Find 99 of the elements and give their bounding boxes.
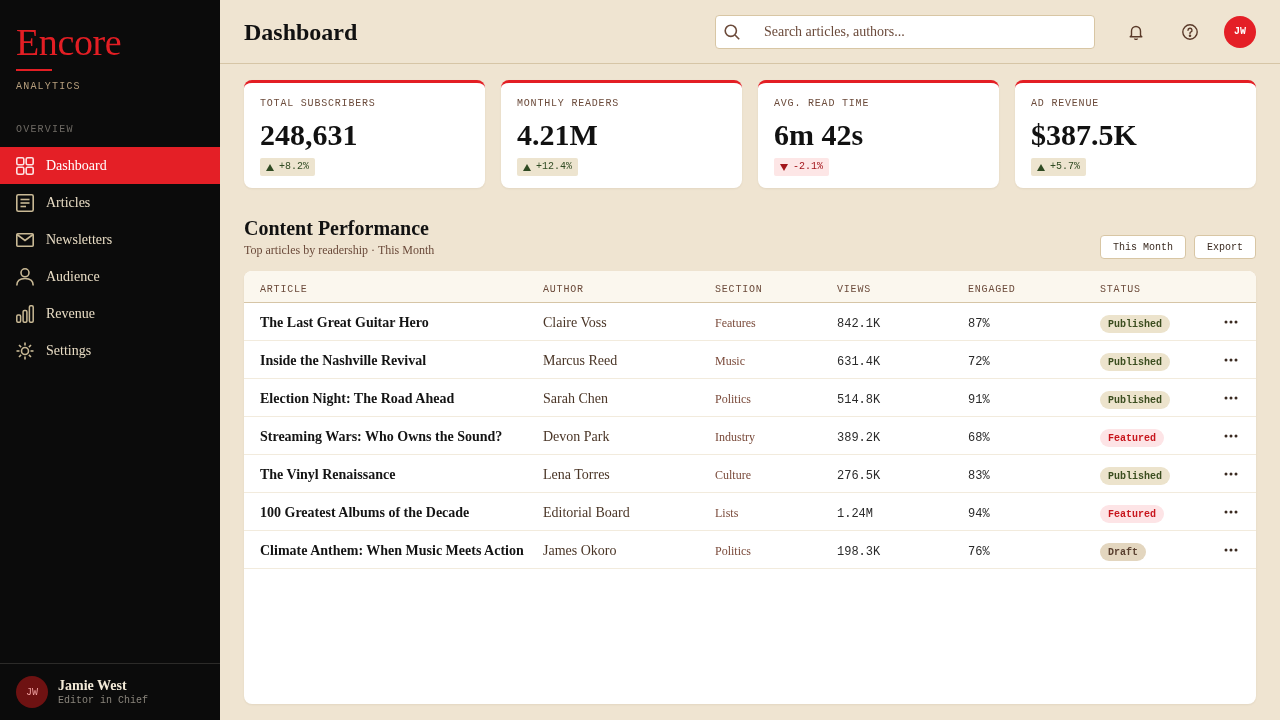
search-field[interactable]: Search articles, authors... [715,14,1095,49]
column-header: ENGAGED [968,283,1016,295]
status-tag: Published [1100,391,1170,409]
user-role: Editor in Chief [58,694,148,707]
table-cell: Climate Anthem: When Music Meets Action [260,542,524,558]
document-icon [16,193,34,212]
table-cell: 276.5K [837,468,881,483]
status-tag: Featured [1100,505,1164,523]
more-icon[interactable] [1224,471,1238,476]
table-cell: Politics [715,543,751,558]
stat-label: TOTAL SUBSCRIBERS [260,97,376,111]
toolbar-button[interactable]: Export [1194,235,1256,259]
app-logo: Encore [16,20,122,64]
nav-item[interactable]: Audience [0,258,220,295]
app-tagline: ANALYTICS [16,80,81,94]
more-icon[interactable] [1224,395,1238,400]
table-cell: Industry [715,429,755,444]
table-cell: The Last Great Guitar Hero [260,314,429,330]
more-icon[interactable] [1224,319,1238,324]
grid-icon [16,156,34,175]
column-header: AUTHOR [543,283,584,295]
stat-label: AD REVENUE [1031,97,1099,111]
table-cell: Claire Voss [543,314,607,330]
more-icon[interactable] [1224,357,1238,362]
person-icon [16,267,34,286]
table-cell: Culture [715,467,751,482]
table-cell: 94% [968,506,990,521]
user-avatar[interactable]: JW [16,676,48,708]
table-cell: 631.4K [837,354,881,369]
stat-value: 6m 42s [774,117,864,153]
nav-item[interactable]: Articles [0,184,220,221]
envelope-icon [16,232,34,247]
column-header: ARTICLE [260,283,308,295]
stat-value: $387.5K [1031,117,1137,153]
table-cell: 87% [968,316,990,331]
user-avatar[interactable]: JW [1224,15,1256,48]
nav-item[interactable]: Settings [0,332,220,369]
change-text: +12.4% [536,160,572,174]
table-cell: Devon Park [543,428,610,444]
help-icon[interactable] [1182,23,1198,40]
status-tag: Published [1100,315,1170,333]
column-header: SECTION [715,283,763,295]
down-triangle-icon [780,163,788,171]
user-name: Jamie West [58,677,128,694]
nav-item[interactable]: Revenue [0,295,220,332]
table-cell: Sarah Chen [543,390,608,406]
status-tag: Published [1100,467,1170,485]
more-icon[interactable] [1224,509,1238,514]
table-cell: 100 Greatest Albums of the Decade [260,504,470,520]
table-cell: 72% [968,354,990,369]
table-cell: Streaming Wars: Who Owns the Sound? [260,428,503,444]
bell-icon[interactable] [1128,23,1144,40]
table-cell: Editorial Board [543,504,630,520]
nav-item[interactable]: Newsletters [0,221,220,258]
change-text: -2.1% [793,160,823,174]
bar-chart-icon [16,304,34,323]
change-text: +8.2% [279,160,309,174]
toolbar-button[interactable]: This Month [1099,235,1186,259]
table-cell: 68% [968,430,990,445]
status-tag: Published [1100,353,1170,371]
column-header: VIEWS [837,283,871,295]
search-icon [724,23,740,40]
table-cell: 1.24M [837,506,873,521]
table-cell: Election Night: The Road Ahead [260,390,455,406]
column-header: STATUS [1100,283,1141,295]
section-title: Content Performance [244,216,430,241]
table-cell: Marcus Reed [543,352,618,368]
up-triangle-icon [266,163,274,171]
up-triangle-icon [1037,163,1045,171]
table-cell: Politics [715,391,751,406]
table-cell: James Okoro [543,542,617,558]
settings-icon [16,341,34,360]
change-text: +5.7% [1050,160,1080,174]
table-cell: The Vinyl Renaissance [260,466,396,482]
status-tag: Featured [1100,429,1164,447]
table-cell: Features [715,315,756,330]
page-title: Dashboard [244,17,358,47]
more-icon[interactable] [1224,547,1238,552]
status-tag: Draft [1100,543,1146,561]
stat-label: AVG. READ TIME [774,97,870,111]
stat-label: MONTHLY READERS [517,97,619,111]
table-cell: 842.1K [837,316,881,331]
table-cell: Lists [715,505,739,520]
table-cell: 198.3K [837,544,881,559]
table-cell: 514.8K [837,392,881,407]
table-cell: Music [715,353,745,368]
nav-section-label: OVERVIEW [16,123,74,137]
up-triangle-icon [523,163,531,171]
table-cell: 91% [968,392,990,407]
table-cell: 83% [968,468,990,483]
stat-value: 248,631 [260,117,358,153]
nav-item[interactable]: Dashboard [0,147,220,184]
more-icon[interactable] [1224,433,1238,438]
table-cell: 389.2K [837,430,881,445]
table-cell: Inside the Nashville Revival [260,352,427,368]
stat-value: 4.21M [517,117,598,153]
section-subtitle: Top articles by readership · This Month [244,242,435,258]
table-cell: Lena Torres [543,466,610,482]
table-cell: 76% [968,544,990,559]
